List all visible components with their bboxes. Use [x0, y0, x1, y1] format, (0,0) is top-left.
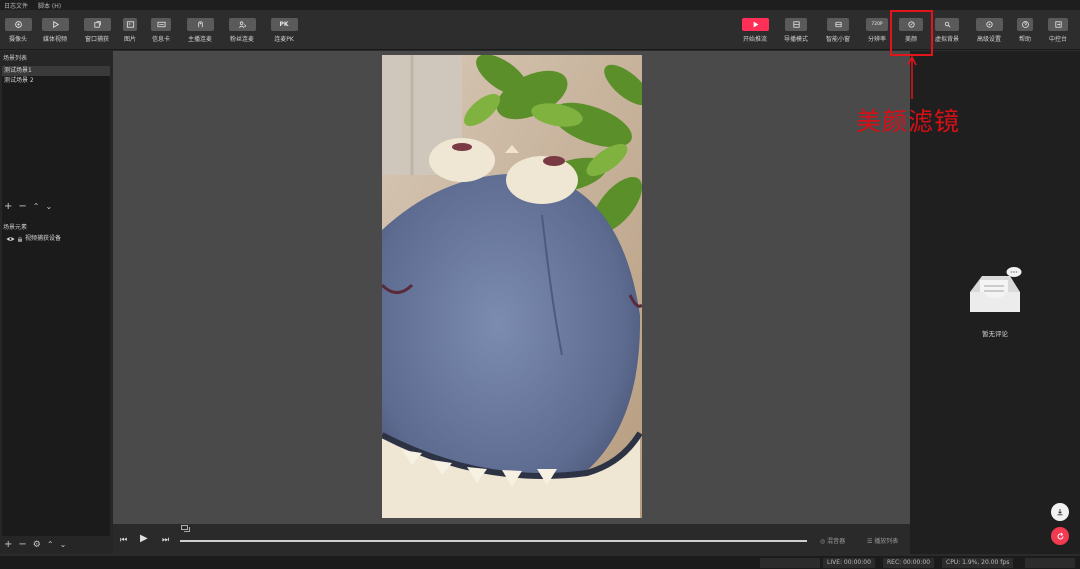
window-capture-label: 窗口捕获 — [84, 36, 109, 43]
card-icon — [156, 21, 166, 28]
move-down-icon[interactable]: ⌄ — [45, 202, 52, 212]
menu-item-script[interactable]: 脚本 (H) — [38, 1, 61, 10]
annotation-label: 美颜滤镜 — [856, 107, 961, 136]
seek-bar[interactable] — [180, 540, 807, 542]
status-blank — [760, 558, 820, 568]
camera-preview-image — [382, 55, 642, 518]
virtual-background-label: 虚拟背景 — [934, 36, 959, 43]
mixer-label: 混音器 — [827, 538, 846, 545]
menu-item-log[interactable]: 日志文件 — [4, 1, 28, 10]
empty-comments-icon — [970, 267, 1022, 312]
playback-bar: ⏮ ▶ ⏭ ◎ 混音器 ☰ 播放列表 — [113, 524, 910, 554]
fan-link-button[interactable]: 粉丝连麦 — [222, 18, 262, 50]
download-button[interactable] — [1051, 503, 1069, 521]
smart-window-icon — [834, 21, 842, 28]
help-icon — [1021, 21, 1029, 28]
console-button[interactable]: 中控台 — [1038, 18, 1078, 50]
rec-timer: REC: 00:00:00 — [883, 558, 935, 568]
media-video-label: 媒体视频 — [42, 36, 67, 43]
fan-link-icon — [238, 21, 246, 28]
scene-item[interactable]: 测试场景1 — [2, 66, 110, 76]
fan-link-label: 粉丝连麦 — [229, 36, 254, 43]
playlist-button[interactable]: ☰ 播放列表 — [867, 536, 898, 545]
help-label: 帮助 — [1018, 36, 1031, 43]
scene-item[interactable]: 测试场景 2 — [2, 76, 110, 86]
previous-icon[interactable]: ⏮ — [120, 535, 127, 545]
remove-scene-icon[interactable]: − — [18, 202, 26, 212]
status-bar: LIVE: 00:00:00 REC: 00:00:00 CPU: 1.9%, … — [0, 556, 1080, 569]
download-icon — [1057, 509, 1063, 516]
virtual-background-button[interactable]: 虚拟背景 — [927, 18, 967, 50]
cohost-icon — [197, 21, 203, 28]
playlist-label: 播放列表 — [874, 538, 899, 545]
window-icon — [93, 21, 101, 28]
loop-icon[interactable] — [181, 525, 190, 532]
advanced-settings-button[interactable]: 高级设置 — [969, 18, 1009, 50]
add-element-icon[interactable]: + — [4, 540, 12, 550]
camera-label: 摄像头 — [8, 36, 27, 43]
add-scene-icon[interactable]: + — [4, 202, 12, 212]
pk-button[interactable]: PK 连麦PK — [264, 18, 304, 50]
smart-window-button[interactable]: 智能小窗 — [818, 18, 858, 50]
scene-list-title: 场景列表 — [3, 55, 28, 62]
eye-icon[interactable] — [6, 236, 15, 242]
start-stream-icon — [753, 21, 758, 28]
console-icon — [1054, 21, 1062, 28]
menu-bar: 日志文件 脚本 (H) — [0, 0, 1080, 10]
refresh-icon — [1057, 532, 1063, 539]
cohost-button[interactable]: 主播连麦 — [180, 18, 220, 50]
director-mode-label: 导播模式 — [783, 36, 808, 43]
media-video-button[interactable]: 媒体视频 — [35, 18, 75, 50]
play-icon[interactable]: ▶ — [140, 533, 148, 544]
scene-controls: + − ⌃ ⌄ — [4, 202, 52, 212]
resolution-icon: 720P — [866, 18, 888, 31]
element-controls: + − ⚙ ⌃ ⌄ — [4, 540, 67, 551]
smart-window-label: 智能小窗 — [825, 36, 850, 43]
camera-icon — [14, 21, 22, 28]
left-panel: 场景列表 测试场景1 测试场景 2 + − ⌃ ⌄ 场景元素 视频捕获设备 + … — [0, 51, 113, 554]
cohost-label: 主播连麦 — [187, 36, 212, 43]
scene-elements-title: 场景元素 — [3, 224, 28, 231]
next-icon[interactable]: ⏭ — [162, 535, 169, 545]
empty-comments-text: 暂无评论 — [982, 330, 1008, 338]
camera-button[interactable]: 摄像头 — [0, 18, 38, 50]
mixer-button[interactable]: ◎ 混音器 — [820, 536, 845, 545]
move-up-icon[interactable]: ⌃ — [33, 202, 40, 212]
pk-label: 连麦PK — [274, 36, 294, 43]
move-up-icon[interactable]: ⌃ — [47, 540, 54, 550]
info-card-button[interactable]: 信息卡 — [141, 18, 181, 50]
gear-icon[interactable]: ⚙ — [33, 540, 41, 550]
image-label: 图片 — [123, 36, 136, 43]
pk-icon: PK — [270, 18, 298, 31]
start-stream-label: 开始推流 — [742, 36, 767, 43]
refresh-button[interactable] — [1051, 527, 1069, 545]
cpu-fps: CPU: 1.9%, 20.00 fps — [942, 558, 1014, 568]
preview-canvas — [113, 51, 910, 524]
arrow-up-icon — [907, 55, 917, 99]
settings-icon — [985, 21, 993, 28]
image-icon — [126, 21, 134, 28]
lock-icon[interactable] — [17, 236, 23, 242]
remove-element-icon[interactable]: − — [18, 540, 26, 550]
start-stream-button[interactable]: 开始推流 — [735, 18, 775, 50]
element-label: 视频捕获设备 — [25, 235, 62, 242]
advanced-settings-label: 高级设置 — [976, 36, 1001, 43]
status-blank-2 — [1025, 558, 1075, 568]
director-icon — [792, 21, 800, 28]
director-mode-button[interactable]: 导播模式 — [776, 18, 816, 50]
console-label: 中控台 — [1048, 36, 1067, 43]
virtual-bg-icon — [944, 21, 950, 28]
move-down-icon[interactable]: ⌄ — [60, 540, 67, 550]
beauty-highlight-box — [890, 10, 933, 56]
resolution-label: 分辨率 — [867, 36, 886, 43]
list-item[interactable]: 视频捕获设备 — [2, 234, 110, 244]
play-icon — [52, 21, 59, 28]
info-card-label: 信息卡 — [151, 36, 170, 43]
live-timer: LIVE: 00:00:00 — [823, 558, 875, 568]
scene-elements-list: 视频捕获设备 — [2, 234, 110, 536]
